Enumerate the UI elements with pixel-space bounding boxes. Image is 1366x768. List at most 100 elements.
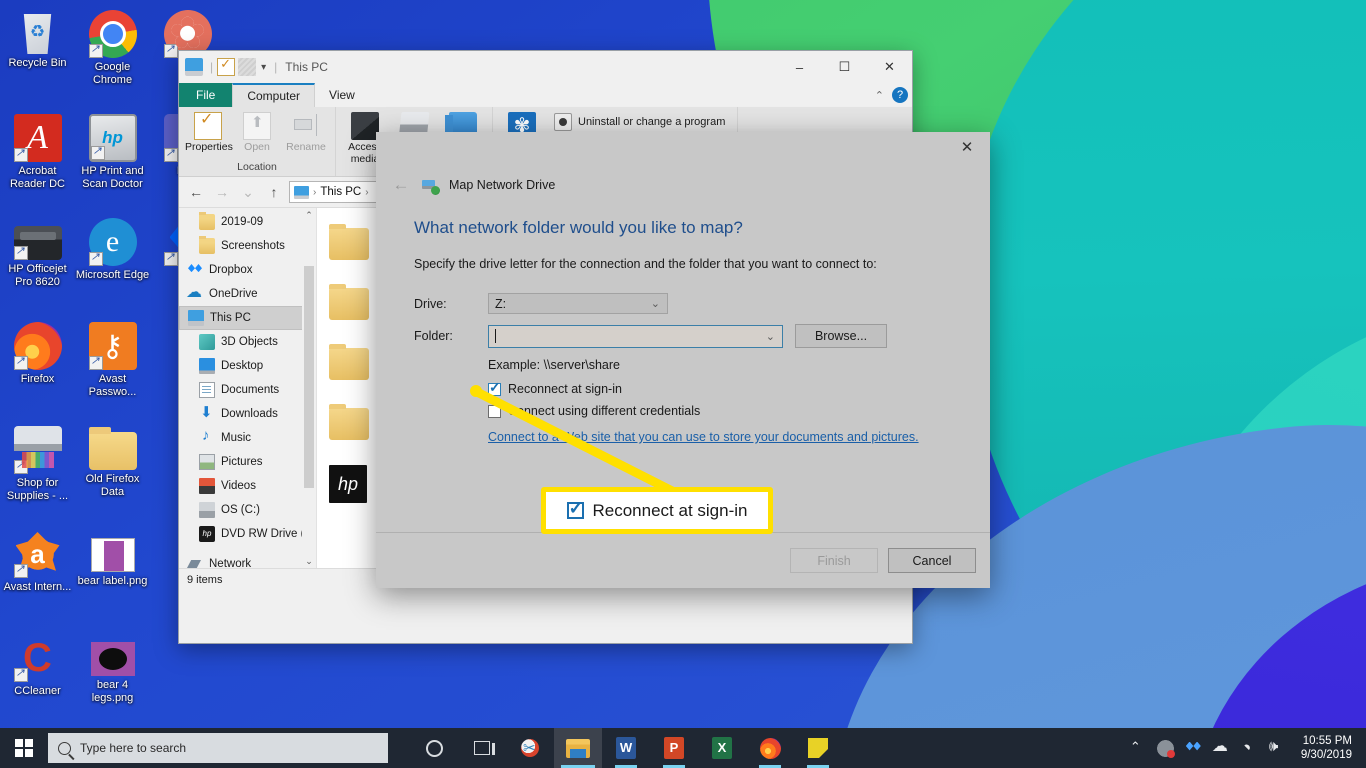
drive-select[interactable]: Z: ⌄ (488, 293, 668, 314)
taskbar-cortana-button[interactable] (410, 728, 458, 768)
avast-antivirus-icon (13, 530, 62, 578)
taskbar-task-view-button[interactable] (458, 728, 506, 768)
dvd-drive-icon (199, 526, 215, 542)
ribbon-button-rename[interactable]: Rename (283, 110, 329, 154)
taskbar-file-explorer-button[interactable] (554, 728, 602, 768)
scroll-up-icon[interactable]: ⌃ (302, 208, 316, 222)
tab-computer[interactable]: Computer (232, 83, 316, 107)
nav-item-label: 3D Objects (221, 336, 278, 348)
nav-item-screenshots[interactable]: Screenshots (179, 234, 316, 258)
finish-button[interactable]: Finish (790, 548, 878, 573)
documents-icon (199, 382, 215, 398)
taskbar-sticky-notes-button[interactable] (794, 728, 842, 768)
desktop-icon-label: CCleaner (14, 685, 61, 697)
taskbar-excel-button[interactable] (698, 728, 746, 768)
tab-file[interactable]: File (179, 83, 233, 107)
up-button[interactable]: ↑ (263, 181, 285, 203)
taskbar-snip-sketch-button[interactable] (506, 728, 554, 768)
folder-icon (329, 404, 369, 440)
forward-button[interactable]: → (211, 181, 233, 203)
wifi-icon[interactable] (1241, 740, 1258, 757)
nav-item-pictures[interactable]: Pictures (179, 450, 316, 474)
minimize-button[interactable]: – (777, 51, 822, 83)
breadcrumb-this-pc[interactable]: This PC (320, 186, 361, 198)
close-button[interactable]: ✕ (867, 51, 912, 83)
connect-different-credentials-label: Connect using different credentials (508, 404, 701, 418)
ribbon-group-items: Properties Open Rename (185, 110, 329, 154)
properties-icon[interactable] (217, 56, 236, 76)
onedrive-tray-icon[interactable] (1212, 736, 1230, 757)
nav-item-desktop[interactable]: Desktop (179, 354, 316, 378)
taskbar-word-button[interactable] (602, 728, 650, 768)
dropbox-tray-icon[interactable] (1185, 740, 1202, 757)
open-icon (243, 112, 271, 140)
desktop-icon-avast-internet-security[interactable]: Avast Intern... (0, 524, 75, 628)
folder-icon (199, 236, 215, 254)
map-network-drive-dialog[interactable]: ✕ ← Map Network Drive What network folde… (376, 132, 990, 588)
scroll-down-icon[interactable]: ⌄ (302, 554, 316, 568)
desktop-icon-bear-label-png[interactable]: bear label.png (75, 524, 150, 628)
explorer-title-bar[interactable]: | ▾ | This PC – ☐ ✕ (179, 51, 912, 83)
connect-to-website-link[interactable]: Connect to a Web site that you can use t… (488, 430, 919, 444)
clock[interactable]: 10:55 PM 9/30/2019 (1297, 734, 1358, 762)
connect-different-credentials-checkbox[interactable] (488, 404, 501, 418)
dialog-footer: Finish Cancel (376, 532, 990, 588)
taskbar-firefox-button[interactable] (746, 728, 794, 768)
help-icon[interactable]: ? (892, 87, 908, 103)
desktop-icon-recycle-bin[interactable]: Recycle Bin (0, 4, 75, 108)
nav-item-2019-09[interactable]: 2019-09 (179, 210, 316, 234)
chevron-down-icon[interactable]: ⌄ (766, 330, 775, 343)
dialog-close-button[interactable]: ✕ (944, 132, 990, 162)
tab-view[interactable]: View (315, 83, 369, 107)
desktop-icon-old-firefox-data[interactable]: Old Firefox Data (75, 420, 150, 524)
reconnect-at-signin-checkbox[interactable] (488, 379, 501, 396)
browse-button[interactable]: Browse... (795, 324, 887, 348)
desktop-icon-microsoft-edge[interactable]: Microsoft Edge (75, 212, 150, 316)
nav-item-dropbox[interactable]: Dropbox (179, 258, 316, 282)
desktop-icon-bear-4-legs-png[interactable]: bear 4 legs.png (75, 628, 150, 732)
avast-tray-icon[interactable] (1156, 739, 1175, 758)
nav-item-network[interactable]: Network (179, 552, 316, 568)
back-button[interactable]: ← (185, 181, 207, 203)
nav-item-downloads[interactable]: Downloads (179, 402, 316, 426)
desktop-icon-acrobat-reader[interactable]: Acrobat Reader DC (0, 108, 75, 212)
nav-item-onedrive[interactable]: OneDrive (179, 282, 316, 306)
folder-input[interactable]: ⌄ (488, 324, 783, 348)
chevron-down-icon[interactable]: ▾ (261, 62, 266, 73)
ribbon-button-uninstall-program[interactable]: Uninstall or change a program (548, 110, 731, 134)
start-button[interactable] (0, 728, 48, 768)
maximize-button[interactable]: ☐ (822, 51, 867, 83)
volume-icon[interactable] (1269, 738, 1286, 757)
cancel-button[interactable]: Cancel (888, 548, 976, 573)
3d-objects-icon (199, 334, 215, 350)
desktop-icon-google-chrome[interactable]: Google Chrome (75, 4, 150, 108)
recent-locations-button[interactable]: ⌄ (237, 181, 259, 203)
nav-item-music[interactable]: Music (179, 426, 316, 450)
nav-item-os-c[interactable]: OS (C:) (179, 498, 316, 522)
desktop-icon-firefox[interactable]: Firefox (0, 316, 75, 420)
desktop-icon-shop-for-supplies[interactable]: Shop for Supplies - ... (0, 420, 75, 524)
back-arrow-icon[interactable]: ← (390, 174, 412, 196)
nav-item-3d-objects[interactable]: 3D Objects (179, 330, 316, 354)
new-folder-icon[interactable] (238, 58, 257, 76)
connect-different-credentials-row[interactable]: Connect using different credentials (488, 404, 952, 418)
nav-item-this-pc[interactable]: This PC (179, 306, 316, 330)
nav-item-documents[interactable]: Documents (179, 378, 316, 402)
search-input[interactable]: Type here to search (48, 733, 388, 763)
show-hidden-icons-icon[interactable] (1129, 739, 1146, 757)
taskbar[interactable]: Type here to search ✂ W P X ⌃ ☁ ◗ 🕪 10:5… (0, 728, 1366, 768)
taskbar-powerpoint-button[interactable] (650, 728, 698, 768)
desktop-icon-avast-passwords[interactable]: Avast Passwo... (75, 316, 150, 420)
nav-item-dvd-rw-drive[interactable]: DVD RW Drive (D (179, 522, 316, 546)
ccleaner-icon (13, 634, 62, 682)
ribbon-button-properties[interactable]: Properties (185, 110, 233, 154)
desktop-icon-hp-officejet[interactable]: HP Officejet Pro 8620 (0, 212, 75, 316)
navigation-pane-scrollbar[interactable]: ⌃ ⌄ (302, 208, 316, 568)
collapse-ribbon-icon[interactable]: ⌃ (875, 89, 884, 102)
desktop-icon-hp-print-scan-doctor[interactable]: HP Print and Scan Doctor (75, 108, 150, 212)
scrollbar-thumb[interactable] (304, 266, 314, 488)
ribbon-button-open[interactable]: Open (234, 110, 280, 154)
nav-item-videos[interactable]: Videos (179, 474, 316, 498)
reconnect-at-signin-row[interactable]: Reconnect at sign-in (488, 379, 952, 396)
desktop-icon-ccleaner[interactable]: CCleaner (0, 628, 75, 732)
